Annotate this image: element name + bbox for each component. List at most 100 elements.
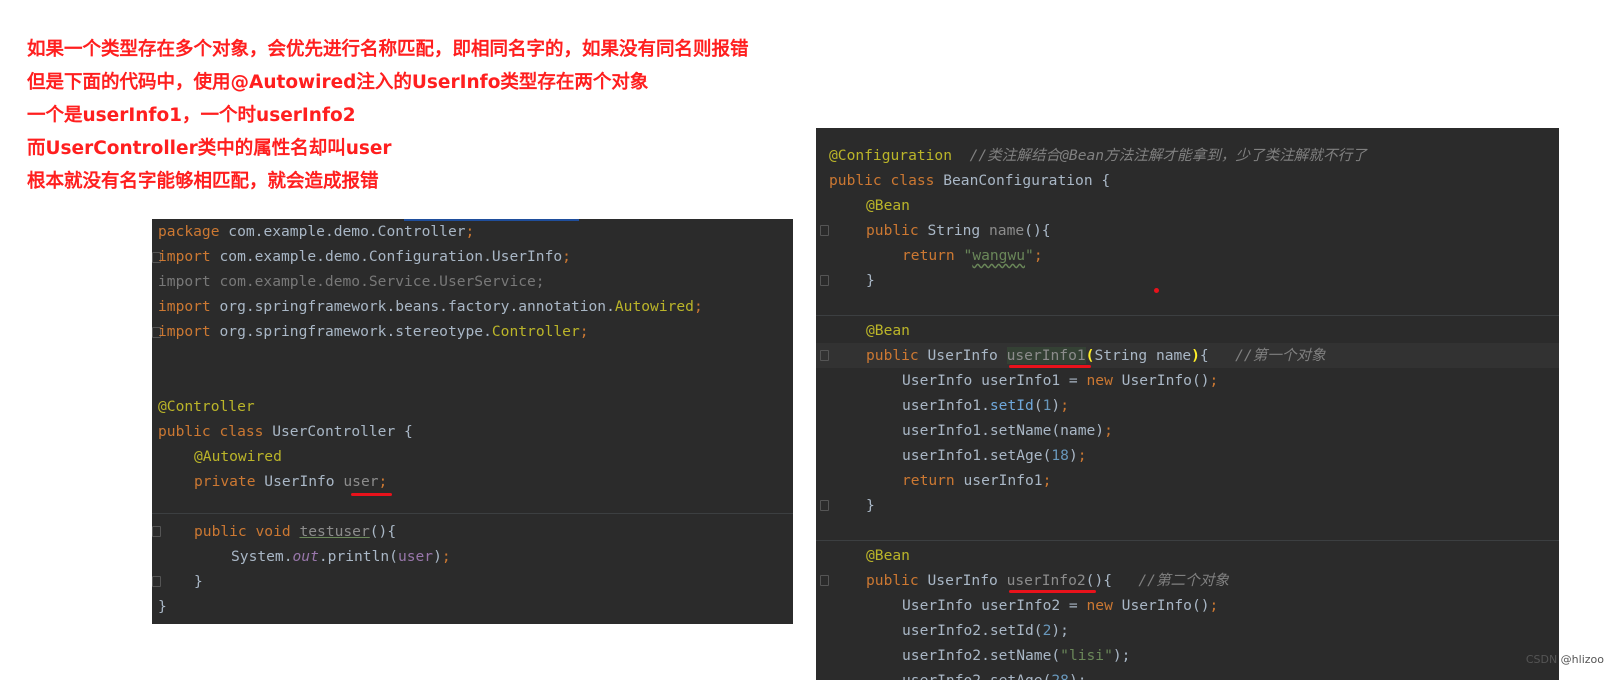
code-line-import-controller: import org.springframework.stereotype.Co… <box>158 319 793 344</box>
fold-marker-icon[interactable] <box>820 500 829 511</box>
number-literal: 28 <box>1051 672 1069 680</box>
note-line-1: 如果一个类型存在多个对象，会优先进行名称匹配，即相同名字的，如果没有同名则报错 <box>27 39 749 60</box>
method-separator <box>152 513 793 514</box>
note-line-3: 一个是userInfo1，一个时userInfo2 <box>27 105 356 126</box>
fold-marker-icon[interactable] <box>820 575 829 586</box>
semicolon: ; <box>378 473 388 490</box>
red-pen-dot <box>1154 288 1159 293</box>
method-separator <box>816 540 1559 541</box>
keyword: void <box>255 523 291 540</box>
paren: ); <box>1069 672 1087 680</box>
user-controller-code-panel: package com.example.demo.Controller; imp… <box>152 219 793 624</box>
note-line-5: 根本就没有名字能够相匹配，就会造成报错 <box>27 171 379 192</box>
semicolon: ; <box>1033 247 1043 264</box>
return-value: userInfo1 <box>954 472 1043 489</box>
comment: //第二个对象 <box>1138 572 1229 589</box>
keyword: public <box>866 222 919 239</box>
keyword: return <box>902 472 955 489</box>
field-name: user <box>343 473 379 490</box>
code-line-method-testuser: public void testuser(){ <box>194 519 793 544</box>
method-name: testuser <box>299 523 370 540</box>
code-line-controller-annotation: @Controller <box>158 398 255 415</box>
keyword: new <box>1086 597 1113 614</box>
code-line-return-wangwu: return "wangwu"; <box>902 247 1043 264</box>
comment: //类注解结合@Bean方法注解才能拿到，少了类注解就不行了 <box>969 147 1367 164</box>
keyword: public <box>866 572 919 589</box>
paren: ); <box>1051 622 1069 639</box>
brace: { <box>1199 347 1209 364</box>
constructor-call: UserInfo() <box>1112 597 1210 614</box>
class-name: UserController { <box>263 423 413 440</box>
paren: ) <box>1051 397 1061 414</box>
watermark: CSDN @hlizoo <box>1525 653 1604 666</box>
code-line-setage-2: userInfo2.setAge(28); <box>902 668 1559 680</box>
semicolon: ; <box>1077 447 1087 464</box>
fold-marker-icon[interactable] <box>152 576 161 587</box>
keyword: class <box>219 423 264 440</box>
semicolon: ; <box>1060 397 1069 414</box>
code-line-class-declaration: public class UserController { <box>158 419 793 444</box>
method-signature-tail: (){ <box>369 523 397 540</box>
paren: ) <box>1068 447 1078 464</box>
semicolon: ; <box>693 298 703 315</box>
keyword: public <box>158 423 211 440</box>
import-class: Autowired <box>614 298 694 315</box>
argument: user <box>397 548 434 565</box>
code-line-field-user: private UserInfo user; <box>194 469 793 494</box>
semicolon: ; <box>1209 372 1219 389</box>
keyword: private <box>194 473 256 490</box>
semicolon: ; <box>562 248 571 265</box>
return-type: String <box>918 222 990 239</box>
fold-marker-icon[interactable] <box>820 225 829 236</box>
code-line-setname-1: userInfo1.setName(name); <box>902 418 1559 443</box>
paren: ) <box>1191 347 1200 364</box>
code-line-import-userinfo: import com.example.demo.Configuration.Us… <box>158 244 793 269</box>
semicolon: ; <box>465 223 475 240</box>
code-line-import-userservice-unused: import com.example.demo.Service.UserServ… <box>158 273 545 290</box>
receiver: userInfo1. <box>902 397 990 414</box>
method-name: userInfo2 <box>1006 572 1086 589</box>
method-call: userInfo1.setName(name) <box>902 422 1105 439</box>
code-line-package: package com.example.demo.Controller; <box>158 219 793 244</box>
keyword: public <box>866 347 919 364</box>
code-line-close-class: } <box>158 598 167 615</box>
code-line-import-autowired: import org.springframework.beans.factory… <box>158 294 793 319</box>
import-path: org.springframework.stereotype. <box>210 323 492 340</box>
method-call: .println( <box>318 548 398 565</box>
field-type: UserInfo <box>255 473 344 490</box>
fold-marker-icon[interactable] <box>820 350 829 361</box>
number-literal: 18 <box>1051 447 1069 464</box>
code-line-method-userinfo2: public UserInfo userInfo2(){ //第二个对象 <box>866 568 1559 593</box>
keyword: import <box>158 323 211 340</box>
keyword: new <box>1086 372 1113 389</box>
code-line-return-userinfo1: return userInfo1; <box>902 468 1559 493</box>
semicolon: ; <box>1042 472 1052 489</box>
code-line-setage-1: userInfo1.setAge(18); <box>902 443 1559 468</box>
class-name: BeanConfiguration { <box>934 172 1111 189</box>
return-type: UserInfo <box>918 347 1007 364</box>
semicolon: ; <box>1104 422 1113 439</box>
method-call: userInfo2.setId( <box>902 622 1043 639</box>
fold-marker-icon[interactable] <box>820 275 829 286</box>
keyword: class <box>890 172 935 189</box>
code-line-setid-1: userInfo1.setId(1); <box>902 393 1559 418</box>
code-line-method-userinfo1: public UserInfo userInfo1(String name){ … <box>866 343 1559 368</box>
code-line-close-brace-1: } <box>866 272 875 289</box>
semicolon: ; <box>1209 597 1219 614</box>
method-call: setId <box>989 397 1034 414</box>
static-field: out <box>292 548 319 565</box>
parameter: String name <box>1094 347 1192 364</box>
screenshot-canvas: 如果一个类型存在多个对象，会优先进行名称匹配，即相同名字的，如果没有同名则报错 … <box>0 0 1616 680</box>
code-line-method-name: public String name(){ <box>866 218 1559 243</box>
keyword: package <box>158 223 220 240</box>
import-class: Controller <box>491 323 580 340</box>
fold-marker-icon[interactable] <box>152 526 161 537</box>
method-signature-tail: (){ <box>1024 222 1051 239</box>
keyword: public <box>194 523 247 540</box>
note-line-2: 但是下面的代码中，使用@Autowired注入的UserInfo类型存在两个对象 <box>27 72 649 93</box>
semicolon: ; <box>579 323 589 340</box>
method-call: userInfo1.setAge( <box>902 447 1052 464</box>
package-name: com.example.demo.Controller <box>219 223 466 240</box>
method-call: userInfo2.setName( <box>902 647 1061 664</box>
keyword: return <box>902 247 955 264</box>
